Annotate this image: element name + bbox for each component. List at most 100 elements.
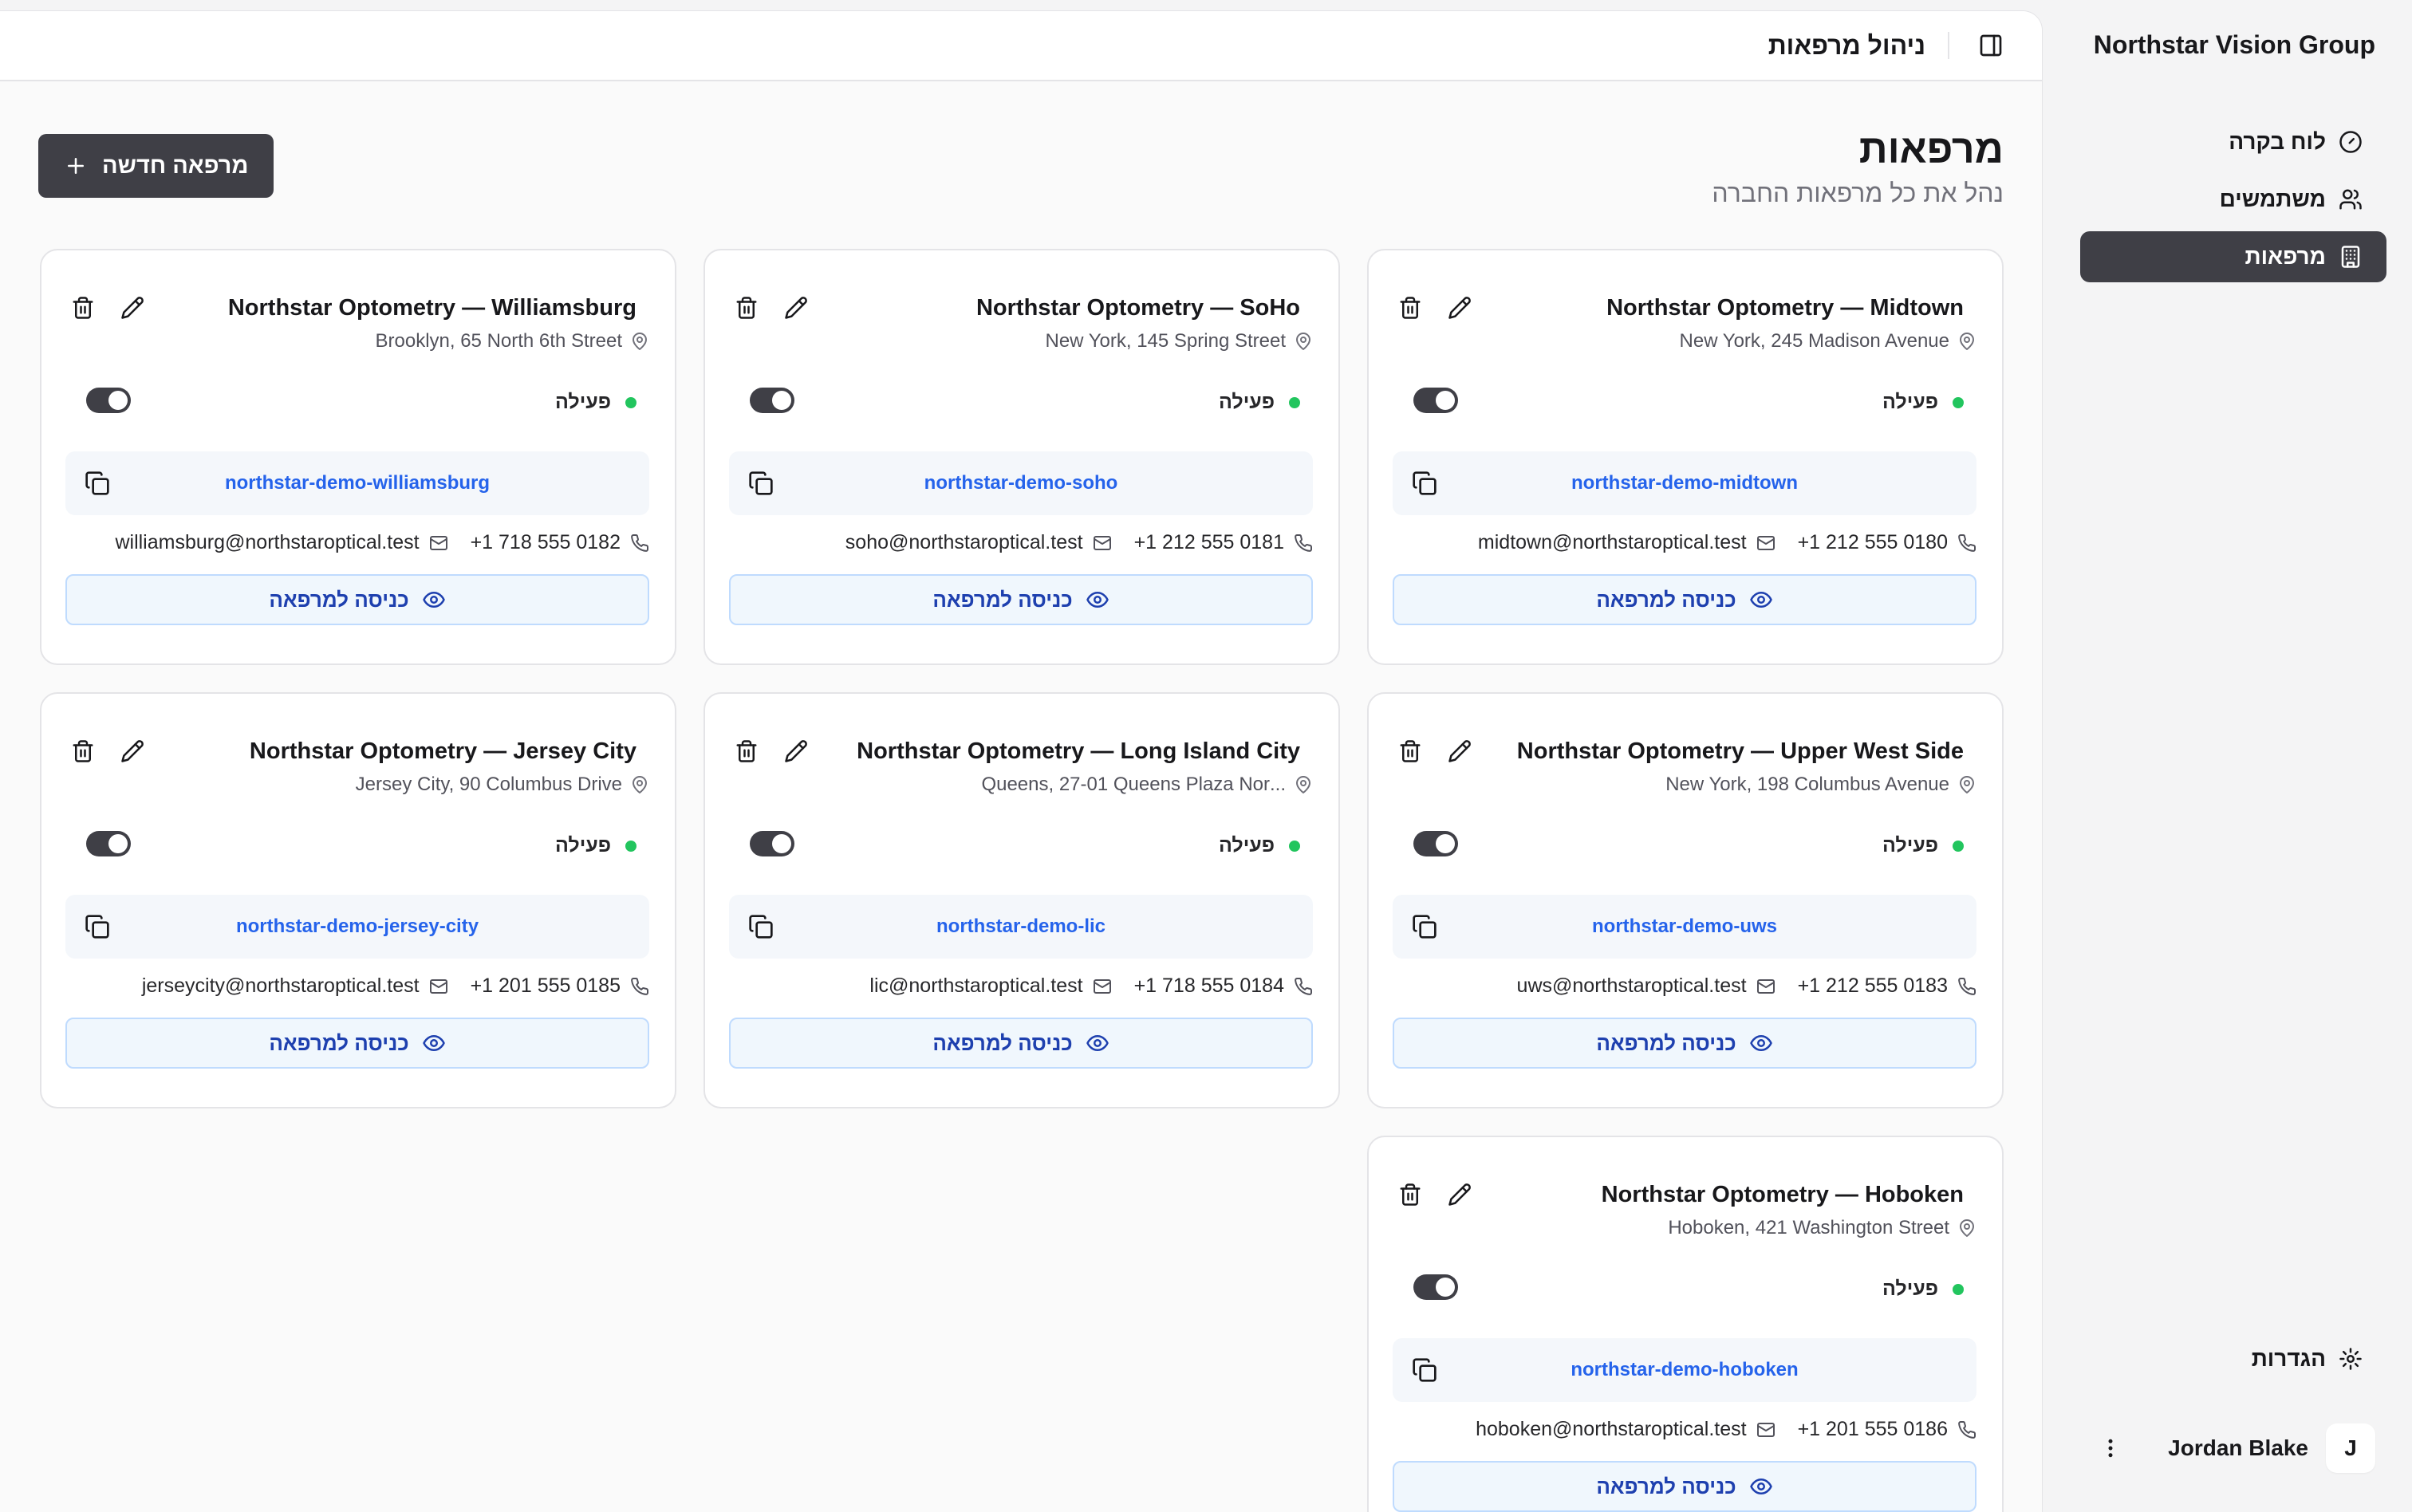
enter-clinic-button[interactable]: כניסה למרפאה [729,1018,1313,1069]
copy-icon[interactable] [1410,1356,1439,1384]
phone-contact: 0184 555 718 1+ [1134,975,1313,998]
enter-clinic-label: כניסה למרפאה [932,587,1073,612]
edit-icon[interactable] [782,293,810,322]
sidebar-item-users[interactable]: משתמשים [2080,174,2386,225]
status-badge: פעילה [1882,1278,1964,1301]
edit-icon[interactable] [1445,737,1474,766]
plus-icon [68,158,84,174]
edit-icon[interactable] [118,293,147,322]
user-menu[interactable]: J Jordan Blake [2080,1421,2386,1475]
page-subtitle: נהל את כל מרפאות החברה [1712,179,2004,207]
sidebar-nav: לוח בקרה משתמשים מרפאות [2080,116,2386,289]
more-options-icon[interactable] [2095,1432,2126,1464]
status-text: פעילה [1219,391,1275,413]
active-toggle[interactable] [86,388,131,413]
copy-icon[interactable] [747,469,775,498]
active-toggle[interactable] [86,831,131,856]
clinic-slug: northstar-demo-uws [1592,915,1778,937]
enter-clinic-button[interactable]: כניסה למרפאה [65,1018,649,1069]
clinic-address: ...Queens, 27-01 Queens Plaza Nor [981,774,1313,796]
clinic-contacts: 0182 555 718 1+ williamsburg@northstarop… [115,531,649,554]
phone-contact: 0183 555 212 1+ [1798,975,1977,998]
divider [1948,32,1949,59]
delete-icon[interactable] [1396,737,1425,766]
clinic-slug: northstar-demo-midtown [1571,472,1798,494]
active-toggle[interactable] [1413,1274,1458,1300]
active-toggle[interactable] [750,388,794,413]
enter-clinic-button[interactable]: כניסה למרפאה [65,574,649,625]
delete-icon[interactable] [732,293,761,322]
active-toggle[interactable] [750,831,794,856]
delete-icon[interactable] [69,293,97,322]
email-text: williamsburg@northstaroptical.test [115,531,420,553]
sidebar-item-clinics[interactable]: מרפאות [2080,231,2386,282]
sidebar-item-settings[interactable]: הגדרות [2080,1333,2386,1384]
active-toggle[interactable] [1413,831,1458,856]
copy-icon[interactable] [1410,469,1439,498]
clinic-name: Northstar Optometry — Williamsburg [227,295,636,321]
delete-icon[interactable] [1396,293,1425,322]
clinic-name: Northstar Optometry — Upper West Side [1516,738,1964,764]
email-contact: lic@northstaroptical.test [869,975,1111,998]
clinic-card: Northstar Optometry — Jersey City Jersey… [40,692,676,1108]
enter-clinic-button[interactable]: כניסה למרפאה [1393,574,1977,625]
status-dot [1953,840,1964,852]
sidebar-item-dashboard[interactable]: לוח בקרה [2080,116,2386,167]
slug-box: northstar-demo-uws [1393,895,1977,959]
phone-contact: 0186 555 201 1+ [1798,1418,1977,1441]
enter-clinic-button[interactable]: כניסה למרפאה [1393,1018,1977,1069]
phone-contact: 0182 555 718 1+ [471,531,649,554]
active-toggle[interactable] [1413,388,1458,413]
clinic-address: New York, 145 Spring Street [1045,330,1313,352]
sidebar-toggle-icon[interactable] [1972,26,2010,65]
edit-icon[interactable] [1445,293,1474,322]
address-text: New York, 245 Madison Avenue [1679,330,1949,352]
sidebar: Northstar Vision Group לוח בקרה משתמשים … [2042,0,2412,1512]
enter-clinic-label: כניסה למרפאה [932,1030,1073,1055]
clinic-contacts: 0184 555 718 1+ lic@northstaroptical.tes… [869,975,1313,998]
delete-icon[interactable] [1396,1180,1425,1209]
clinic-card: Northstar Optometry — Long Island City .… [704,692,1340,1108]
clinic-address: Jersey City, 90 Columbus Drive [356,774,649,796]
copy-icon[interactable] [83,912,112,941]
delete-icon[interactable] [69,737,97,766]
delete-icon[interactable] [732,737,761,766]
breadcrumb: ניהול מרפאות [1768,30,1925,60]
copy-icon[interactable] [83,469,112,498]
edit-icon[interactable] [782,737,810,766]
phone-text: 0183 555 212 1+ [1797,975,1948,997]
sidebar-item-label: לוח בקרה [2229,129,2326,154]
card-actions [1396,293,1474,322]
copy-icon[interactable] [1410,912,1439,941]
email-text: lic@northstaroptical.test [869,975,1083,997]
edit-icon[interactable] [118,737,147,766]
email-contact: uws@northstaroptical.test [1517,975,1776,998]
clinic-address: Brooklyn, 65 North 6th Street [376,330,650,352]
slug-box: northstar-demo-jersey-city [65,895,649,959]
status-dot [1953,396,1964,408]
topbar: ניהול מרפאות [0,11,2042,81]
clinic-card: Northstar Optometry — Midtown New York, … [1367,249,2004,665]
status-badge: פעילה [1219,834,1300,857]
slug-box: northstar-demo-lic [729,895,1313,959]
copy-icon[interactable] [747,912,775,941]
clinic-card: Northstar Optometry — Upper West Side Ne… [1367,692,2004,1108]
map-pin-icon [633,333,647,350]
enter-clinic-label: כניסה למרפאה [1596,587,1736,612]
clinic-slug: northstar-demo-hoboken [1571,1359,1799,1380]
address-text: ...Queens, 27-01 Queens Plaza Nor [981,774,1286,795]
status-badge: פעילה [1219,391,1300,414]
clinic-slug: northstar-demo-williamsburg [224,472,491,494]
eye-icon [422,592,445,608]
clinic-name: Northstar Optometry — Hoboken [1601,1182,1964,1207]
enter-clinic-label: כניסה למרפאה [269,587,409,612]
eye-icon [1086,592,1109,608]
enter-clinic-button[interactable]: כניסה למרפאה [729,574,1313,625]
edit-icon[interactable] [1445,1180,1474,1209]
new-clinic-button[interactable]: מרפאה חדשה [38,134,274,198]
email-contact: hoboken@northstaroptical.test [1476,1418,1775,1441]
clinic-contacts: 0186 555 201 1+ hoboken@northstaroptical… [1476,1418,1977,1441]
clinic-address: New York, 245 Madison Avenue [1680,330,1977,352]
enter-clinic-button[interactable]: כניסה למרפאה [1393,1461,1977,1512]
address-text: Brooklyn, 65 North 6th Street [375,330,623,352]
